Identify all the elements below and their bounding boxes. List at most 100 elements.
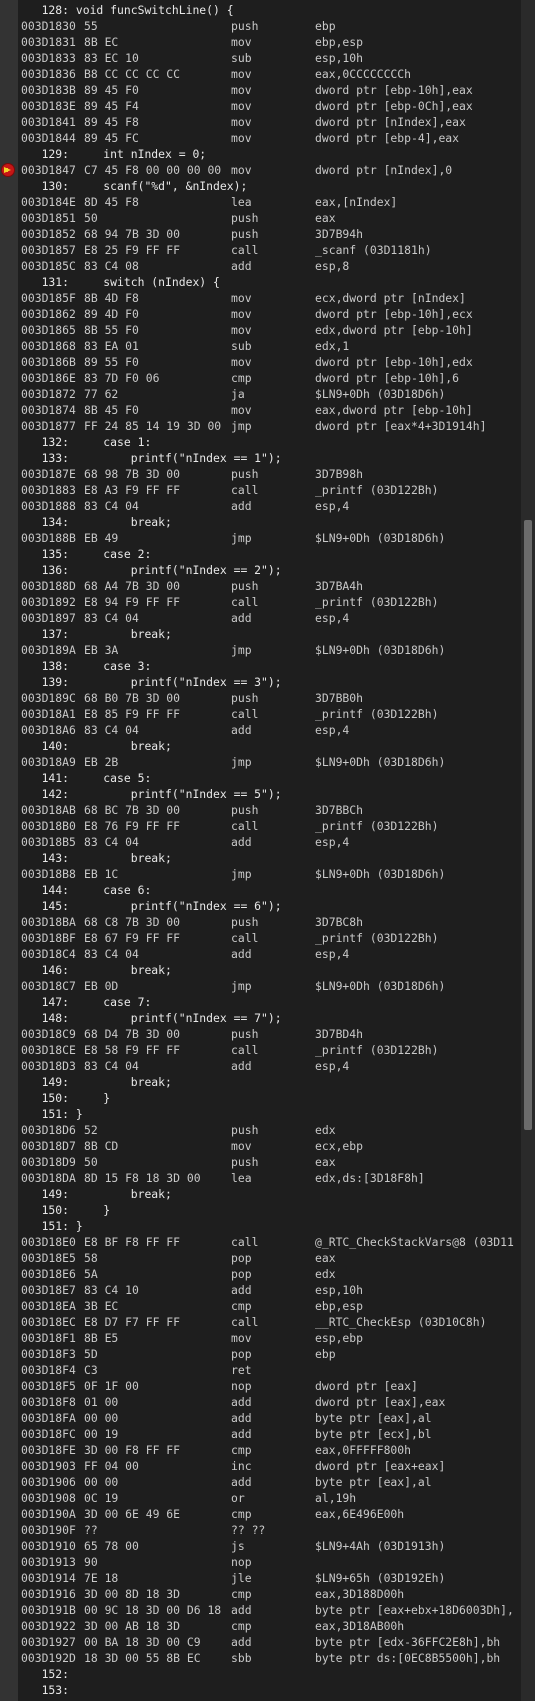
instruction-line[interactable]: 003D1877 FF 24 85 14 19 3D 00 jmp dword ptr… <box>0 418 521 434</box>
instruction-line[interactable]: 003D18E7 83 C4 10 add esp,10h <box>0 1282 521 1298</box>
instruction-line[interactable]: 003D18A6 83 C4 04 add esp,4 <box>0 722 521 738</box>
source-line[interactable]: 130: scanf("%d", &nIndex); <box>0 178 521 194</box>
instruction-line[interactable]: 003D192D 18 3D 00 55 8B EC sbb byte ptr ds:… <box>0 1650 521 1666</box>
instruction-line[interactable]: 003D18BA 68 C8 7B 3D 00 push 3D7BC8h <box>0 914 521 930</box>
instruction-line[interactable]: 003D18DA 8D 15 F8 18 3D 00 lea edx,ds:[3D18… <box>0 1170 521 1186</box>
source-line[interactable]: 142: printf("nIndex == 5"); <box>0 786 521 802</box>
instruction-line[interactable]: 003D18F8 01 00 add dword ptr [eax],eax <box>0 1394 521 1410</box>
instruction-line[interactable]: 003D18F3 5D pop ebp <box>0 1346 521 1362</box>
source-line[interactable]: 140: break; <box>0 738 521 754</box>
instruction-line[interactable]: 003D18D9 50 push eax <box>0 1154 521 1170</box>
source-line[interactable]: 134: break; <box>0 514 521 530</box>
source-line[interactable]: 138: case 3: <box>0 658 521 674</box>
instruction-line[interactable]: 003D1897 83 C4 04 add esp,4 <box>0 610 521 626</box>
source-line[interactable]: 145: printf("nIndex == 6"); <box>0 898 521 914</box>
source-line[interactable]: 129: int nIndex = 0; <box>0 146 521 162</box>
source-line[interactable]: 135: case 2: <box>0 546 521 562</box>
instruction-line[interactable]: 003D184E 8D 45 F8 lea eax,[nIndex] <box>0 194 521 210</box>
instruction-line[interactable]: 003D185F 8B 4D F8 mov ecx,dword ptr [nIndex… <box>0 290 521 306</box>
instruction-line[interactable]: 003D18F5 0F 1F 00 nop dword ptr [eax] <box>0 1378 521 1394</box>
scrollbar-thumb[interactable] <box>524 520 532 1130</box>
instruction-line[interactable]: 003D1844 89 45 FC mov dword ptr [ebp-4],eax <box>0 130 521 146</box>
source-line[interactable]: 136: printf("nIndex == 2"); <box>0 562 521 578</box>
instruction-line[interactable]: 003D190F?? ?? ?? <box>0 1522 521 1538</box>
instruction-line[interactable]: 003D187E 68 98 7B 3D 00 push 3D7B98h <box>0 466 521 482</box>
source-line[interactable]: 133: printf("nIndex == 1"); <box>0 450 521 466</box>
source-line[interactable]: 149: break; <box>0 1186 521 1202</box>
instruction-line[interactable]: 003D18FE 3D 00 F8 FF FF cmp eax,0FFFFF800h <box>0 1442 521 1458</box>
instruction-line[interactable]: 003D18D7 8B CD mov ecx,ebp <box>0 1138 521 1154</box>
source-line[interactable]: 137: break; <box>0 626 521 642</box>
instruction-line[interactable]: 003D1862 89 4D F0 mov dword ptr [ebp-10h],e… <box>0 306 521 322</box>
instruction-line[interactable]: 003D18B0 E8 76 F9 FF FF call _printf (03D12… <box>0 818 521 834</box>
instruction-line[interactable]: 003D18EC E8 D7 F7 FF FF call __RTC_CheckEsp… <box>0 1314 521 1330</box>
source-line[interactable]: 143: break; <box>0 850 521 866</box>
instruction-line[interactable]: 003D191B 00 9C 18 3D 00 D6 18 add byte ptr … <box>0 1602 521 1618</box>
instruction-line[interactable]: 003D1851 50 push eax <box>0 210 521 226</box>
source-line[interactable]: 149: break; <box>0 1074 521 1090</box>
source-line[interactable]: 128: void funcSwitchLine() { <box>0 2 521 18</box>
instruction-line[interactable]: 003D183B 89 45 F0 mov dword ptr [ebp-10h],e… <box>0 82 521 98</box>
source-line[interactable]: 151: } <box>0 1106 521 1122</box>
instruction-line[interactable]: 003D18CE E8 58 F9 FF FF call _printf (03D12… <box>0 1042 521 1058</box>
instruction-line[interactable]: 003D189A EB 3A jmp $LN9+0Dh (03D18D6h) <box>0 642 521 658</box>
source-line[interactable]: 146: break; <box>0 962 521 978</box>
instruction-line[interactable]: 003D1874 8B 45 F0 mov eax,dword ptr [ebp-10… <box>0 402 521 418</box>
instruction-line[interactable]: 003D18E5 58 pop eax <box>0 1250 521 1266</box>
source-line[interactable]: 139: printf("nIndex == 3"); <box>0 674 521 690</box>
instruction-line[interactable]: 003D18F1 8B E5 mov esp,ebp <box>0 1330 521 1346</box>
instruction-line[interactable]: 003D190A 3D 00 6E 49 6E cmp eax,6E496E00h <box>0 1506 521 1522</box>
instruction-line[interactable]: 003D1927 00 BA 18 3D 00 C9 add byte ptr [ed… <box>0 1634 521 1650</box>
source-line[interactable]: 148: printf("nIndex == 7"); <box>0 1010 521 1026</box>
instruction-line[interactable]: 003D188B EB 49 jmp $LN9+0Dh (03D18D6h) <box>0 530 521 546</box>
instruction-line[interactable]: 003D1868 83 EA 01 sub edx,1 <box>0 338 521 354</box>
instruction-line[interactable]: 003D1910 65 78 00 js $LN9+4Ah (03D1913h) <box>0 1538 521 1554</box>
source-line[interactable]: 151: } <box>0 1218 521 1234</box>
instruction-line[interactable]: 003D18FC 00 19 add byte ptr [ecx],bl <box>0 1426 521 1442</box>
instruction-line[interactable]: 003D18C7 EB 0D jmp $LN9+0Dh (03D18D6h) <box>0 978 521 994</box>
instruction-line[interactable]: 003D18D3 83 C4 04 add esp,4 <box>0 1058 521 1074</box>
instruction-line[interactable]: 003D189C 68 B0 7B 3D 00 push 3D7BB0h <box>0 690 521 706</box>
instruction-line[interactable]: 003D1833 83 EC 10 sub esp,10h <box>0 50 521 66</box>
instruction-line[interactable]: 003D18C4 83 C4 04 add esp,4 <box>0 946 521 962</box>
instruction-line[interactable]: 003D1914 7E 18 jle $LN9+65h (03D192Eh) <box>0 1570 521 1586</box>
instruction-line[interactable]: 003D1841 89 45 F8 mov dword ptr [nIndex],ea… <box>0 114 521 130</box>
breakpoint-current-instruction-icon[interactable] <box>2 164 14 176</box>
instruction-line[interactable]: 003D18AB 68 BC 7B 3D 00 push 3D7BBCh <box>0 802 521 818</box>
instruction-line[interactable]: 003D18B5 83 C4 04 add esp,4 <box>0 834 521 850</box>
instruction-line[interactable]: 003D18E0 E8 BF F8 FF FF call @_RTC_CheckSta… <box>0 1234 521 1250</box>
instruction-line[interactable]: 003D1892 E8 94 F9 FF FF call _printf (03D12… <box>0 594 521 610</box>
instruction-line[interactable]: 003D1908 0C 19 or al,19h <box>0 1490 521 1506</box>
instruction-line[interactable]: 003D1836 B8 CC CC CC CC mov eax,0CCCCCCCCh <box>0 66 521 82</box>
instruction-line[interactable]: 003D1903 FF 04 00 inc dword ptr [eax+eax] <box>0 1458 521 1474</box>
disassembly-view[interactable]: 128: void funcSwitchLine() {003D1830 55 pu… <box>0 0 535 1701</box>
source-line[interactable]: 131: switch (nIndex) { <box>0 274 521 290</box>
instruction-line[interactable]: 003D1906 00 00 add byte ptr [eax],al <box>0 1474 521 1490</box>
instruction-line[interactable]: 003D18A1 E8 85 F9 FF FF call _printf (03D12… <box>0 706 521 722</box>
instruction-line[interactable]: 003D18EA 3B EC cmp ebp,esp <box>0 1298 521 1314</box>
instruction-line[interactable]: 003D186B 89 55 F0 mov dword ptr [ebp-10h],e… <box>0 354 521 370</box>
instruction-line[interactable]: 003D188D 68 A4 7B 3D 00 push 3D7BA4h <box>0 578 521 594</box>
instruction-line[interactable]: 003D1922 3D 00 AB 18 3D cmp eax,3D18AB00h <box>0 1618 521 1634</box>
instruction-line[interactable]: 003D1916 3D 00 8D 18 3D cmp eax,3D188D00h <box>0 1586 521 1602</box>
source-line[interactable]: 153: <box>0 1682 521 1698</box>
instruction-line[interactable]: 003D1865 8B 55 F0 mov edx,dword ptr [ebp-10… <box>0 322 521 338</box>
instruction-line[interactable]: 003D1857 E8 25 F9 FF FF call _scanf (03D118… <box>0 242 521 258</box>
instruction-line[interactable]: 003D1831 8B EC mov ebp,esp <box>0 34 521 50</box>
instruction-line[interactable]: 003D183E 89 45 F4 mov dword ptr [ebp-0Ch],e… <box>0 98 521 114</box>
source-line[interactable]: 150: } <box>0 1090 521 1106</box>
instruction-line[interactable]: 003D1852 68 94 7B 3D 00 push 3D7B94h <box>0 226 521 242</box>
instruction-line[interactable]: 003D1883 E8 A3 F9 FF FF call _printf (03D12… <box>0 482 521 498</box>
instruction-line[interactable]: 003D18D6 52 push edx <box>0 1122 521 1138</box>
instruction-line[interactable]: 003D18B8 EB 1C jmp $LN9+0Dh (03D18D6h) <box>0 866 521 882</box>
source-line[interactable]: 132: case 1: <box>0 434 521 450</box>
instruction-line[interactable]: 003D18C9 68 D4 7B 3D 00 push 3D7BD4h <box>0 1026 521 1042</box>
source-line[interactable]: 152: <box>0 1666 521 1682</box>
source-line[interactable]: 147: case 7: <box>0 994 521 1010</box>
instruction-line[interactable]: 003D1888 83 C4 04 add esp,4 <box>0 498 521 514</box>
instruction-line[interactable]: 003D1913 90 nop <box>0 1554 521 1570</box>
instruction-line[interactable]: 003D18FA 00 00 add byte ptr [eax],al <box>0 1410 521 1426</box>
source-line[interactable]: 144: case 6: <box>0 882 521 898</box>
instruction-line[interactable]: 003D18BF E8 67 F9 FF FF call _printf (03D12… <box>0 930 521 946</box>
instruction-line[interactable]: 003D185C 83 C4 08 add esp,8 <box>0 258 521 274</box>
